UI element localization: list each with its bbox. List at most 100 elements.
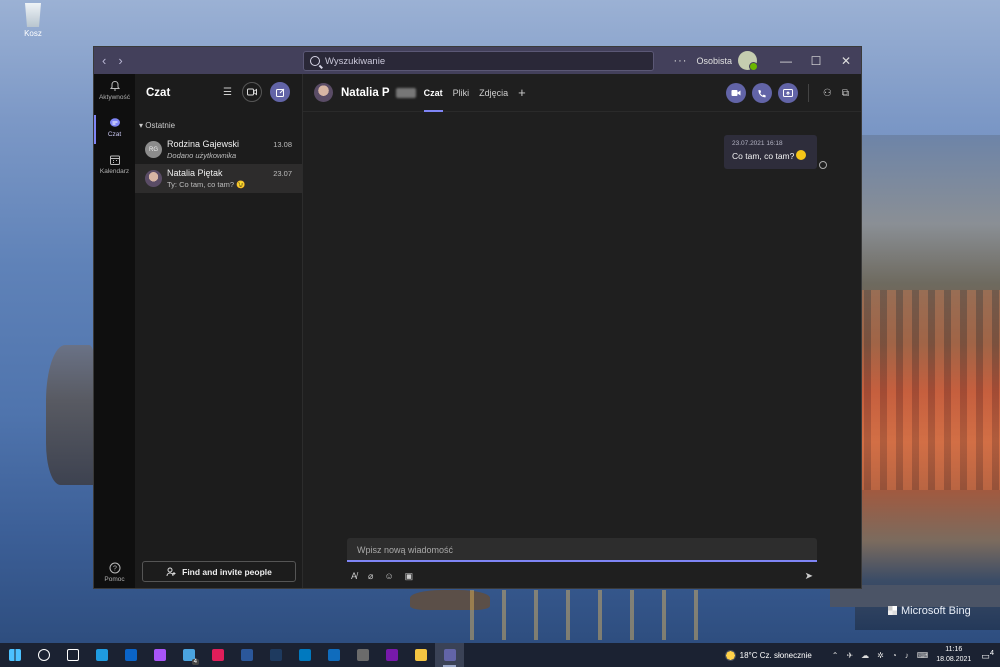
taskbar-app-calculator[interactable] — [348, 643, 377, 667]
taskbar-app-onenote[interactable] — [377, 643, 406, 667]
add-person-icon — [166, 567, 176, 576]
find-invite-label: Find and invite people — [182, 566, 272, 577]
taskbar-app-trello[interactable] — [290, 643, 319, 667]
compose-input[interactable]: Wpisz nową wiadomość — [347, 538, 817, 562]
maximize-button[interactable]: ☐ — [801, 54, 831, 68]
bing-watermark: Microsoft Bing — [888, 605, 971, 617]
attach-icon[interactable]: ⌀ — [368, 571, 373, 582]
rail-item-help[interactable]: ? Pomoc — [94, 562, 135, 583]
chat-date: 13.08 — [273, 140, 292, 149]
keyboard-icon[interactable]: ⌨ — [917, 651, 929, 660]
meet-now-button[interactable] — [242, 82, 262, 102]
video-icon — [247, 88, 257, 96]
tab-chat[interactable]: Czat — [423, 74, 443, 112]
clock-time: 11:16 — [945, 646, 963, 653]
taskbar-app-notes[interactable]: 4 — [174, 643, 203, 667]
message-timestamp: 23.07.2021 16:18 — [732, 140, 783, 147]
clock[interactable]: 11:16 18.08.2021 — [936, 645, 971, 665]
contact-avatar[interactable] — [314, 83, 333, 102]
chat-list-item-selected[interactable]: Natalia Piętak Ty: Co tam, co tam? 😉 23.… — [135, 164, 302, 193]
emoji-icon[interactable]: ☺ — [384, 571, 393, 582]
close-button[interactable]: ✕ — [831, 54, 861, 68]
gif-icon[interactable]: ▣ — [405, 571, 414, 582]
recent-section-header[interactable]: ▾ Ostatnie — [135, 111, 302, 135]
compose-toolbar: A̸ ⌀ ☺ ▣ — [351, 571, 413, 582]
rail-label-help: Pomoc — [104, 576, 125, 583]
recycle-bin-shortcut[interactable]: Kosz — [20, 3, 46, 38]
rail-item-chat[interactable]: Czat — [94, 111, 135, 148]
filter-icon[interactable]: ☰ — [223, 87, 232, 98]
teams-window: ‹ › Wyszukiwanie ··· Osobista — ☐ ✕ Akty… — [93, 46, 862, 589]
taskbar-app-photoshop[interactable] — [261, 643, 290, 667]
taskbar-app-windows[interactable] — [0, 643, 29, 667]
network-icon[interactable]: ◔ — [892, 651, 897, 660]
find-invite-button[interactable]: Find and invite people — [142, 561, 296, 582]
recent-section-label: Ostatnie — [145, 121, 176, 130]
add-people-icon[interactable]: ⚇ — [823, 88, 832, 99]
onedrive-icon[interactable]: ☁ — [861, 651, 869, 660]
mail-icon — [124, 649, 137, 661]
weather-widget[interactable]: 18°C Cz. słonecznie — [724, 649, 812, 661]
taskbar-app-search[interactable] — [29, 643, 58, 667]
message-bubble[interactable]: 23.07.2021 16:18 Co tam, co tam? — [724, 135, 817, 169]
taskbar-app-word[interactable] — [232, 643, 261, 667]
desktop-wallpaper-rock — [46, 345, 94, 485]
send-icon[interactable]: ➤ — [805, 571, 813, 582]
add-tab-icon[interactable]: + — [518, 85, 526, 100]
slack-icon — [211, 649, 224, 661]
system-tray: 18°C Cz. słonecznie ⌃ ✈ ☁ ✲ ◔ ♪ ⌨ 11:16 … — [724, 643, 1000, 667]
notification-center-icon[interactable]: ▭4 — [981, 648, 994, 662]
rail-item-calendar[interactable]: Kalendarz — [94, 148, 135, 185]
compose-placeholder: Wpisz nową wiadomość — [357, 545, 454, 555]
recycle-bin-icon — [25, 3, 41, 27]
phone-icon — [758, 89, 767, 97]
taskbar-app-messenger[interactable] — [145, 643, 174, 667]
profile-avatar[interactable] — [738, 51, 758, 71]
onenote-icon — [385, 649, 398, 661]
more-options-icon[interactable]: ··· — [673, 55, 687, 67]
tab-files[interactable]: Pliki — [453, 74, 470, 112]
task-view-icon — [66, 649, 79, 661]
chat-avatar: RG — [145, 141, 162, 158]
taskbar-app-explorer[interactable] — [406, 643, 435, 667]
org-label[interactable]: Osobista — [696, 56, 732, 66]
messenger-icon — [153, 649, 166, 661]
share-screen-button[interactable] — [777, 83, 798, 103]
tray-overflow-icon[interactable]: ⌃ — [832, 651, 839, 660]
title-bar: ‹ › Wyszukiwanie ··· Osobista — ☐ ✕ — [94, 47, 861, 74]
telegram-tray-icon[interactable]: ✈ — [846, 651, 853, 660]
volume-icon[interactable]: ♪ — [905, 651, 909, 660]
chat-avatar — [145, 170, 162, 187]
redacted-surname — [395, 87, 416, 98]
format-icon[interactable]: A̸ — [351, 571, 357, 582]
taskbar-app-mail[interactable] — [116, 643, 145, 667]
taskbar-app-task-view[interactable] — [58, 643, 87, 667]
taskbar-app-slack[interactable] — [203, 643, 232, 667]
header-divider — [807, 84, 809, 102]
clock-date: 18.08.2021 — [936, 656, 972, 663]
taskbar-app-outlook[interactable] — [319, 643, 348, 667]
forward-icon[interactable]: › — [118, 53, 122, 68]
search-icon — [310, 56, 320, 66]
slack-tray-icon[interactable]: ✲ — [877, 651, 884, 660]
search-input[interactable]: Wyszukiwanie — [303, 51, 654, 71]
desktop-wallpaper-rooftops — [855, 290, 1000, 490]
tab-photos[interactable]: Zdjęcia — [479, 74, 508, 112]
calculator-icon — [356, 649, 369, 661]
help-icon: ? — [109, 562, 120, 574]
pop-out-icon[interactable]: ⧉ — [842, 88, 849, 99]
back-icon[interactable]: ‹ — [102, 53, 106, 68]
chat-preview: Ty: Co tam, co tam? 😉 — [167, 180, 246, 189]
taskbar-app-edge[interactable] — [87, 643, 116, 667]
conversation-pane: Natalia P Czat Pliki Zdjęcia + ⚇ ⧉ 23.07… — [303, 74, 861, 588]
chat-list-actions: ☰ — [223, 82, 290, 102]
rail-item-activity[interactable]: Aktywność — [94, 74, 135, 111]
call-actions: ⚇ ⧉ — [725, 83, 849, 103]
chat-list-item[interactable]: RG Rodzina Gajewski Dodano użytkownika 1… — [135, 135, 302, 164]
new-chat-button[interactable] — [270, 82, 290, 102]
taskbar-app-teams[interactable] — [435, 643, 464, 667]
video-call-button[interactable] — [725, 83, 746, 103]
audio-call-button[interactable] — [751, 83, 772, 103]
title-bar-controls: ··· Osobista — ☐ ✕ — [673, 47, 861, 74]
minimize-button[interactable]: — — [771, 54, 801, 68]
